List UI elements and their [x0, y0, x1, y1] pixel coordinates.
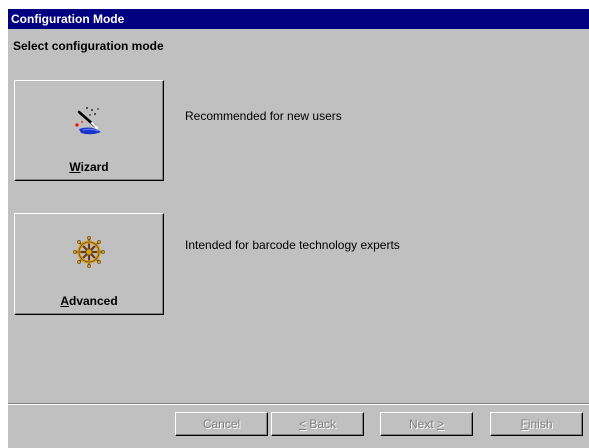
finish-button[interactable]: Finish: [490, 412, 583, 436]
cancel-button-label: Cancel: [202, 417, 241, 431]
ship-wheel-icon: [73, 236, 105, 268]
back-button-label: < Back: [298, 417, 337, 431]
finish-button-label: Finish: [520, 417, 553, 431]
next-button[interactable]: Next >: [380, 412, 473, 436]
configuration-mode-window: Configuration Mode Select configuration …: [8, 9, 589, 448]
magic-wand-icon: [75, 107, 101, 135]
footer-separator: [8, 403, 589, 405]
wizard-description: Recommended for new users: [185, 109, 342, 123]
page-subtitle: Select configuration mode: [13, 39, 164, 53]
back-button[interactable]: < Back: [271, 412, 364, 436]
cancel-button[interactable]: Cancel: [175, 412, 268, 436]
next-button-label: Next >: [408, 417, 445, 431]
advanced-button[interactable]: Advanced: [14, 213, 164, 315]
wizard-button[interactable]: Wizard: [14, 80, 164, 181]
advanced-button-label: Advanced: [60, 294, 118, 308]
advanced-description: Intended for barcode technology experts: [185, 238, 400, 252]
window-title: Configuration Mode: [11, 12, 125, 26]
wizard-button-label: Wizard: [69, 160, 109, 174]
title-bar[interactable]: Configuration Mode: [8, 9, 589, 29]
